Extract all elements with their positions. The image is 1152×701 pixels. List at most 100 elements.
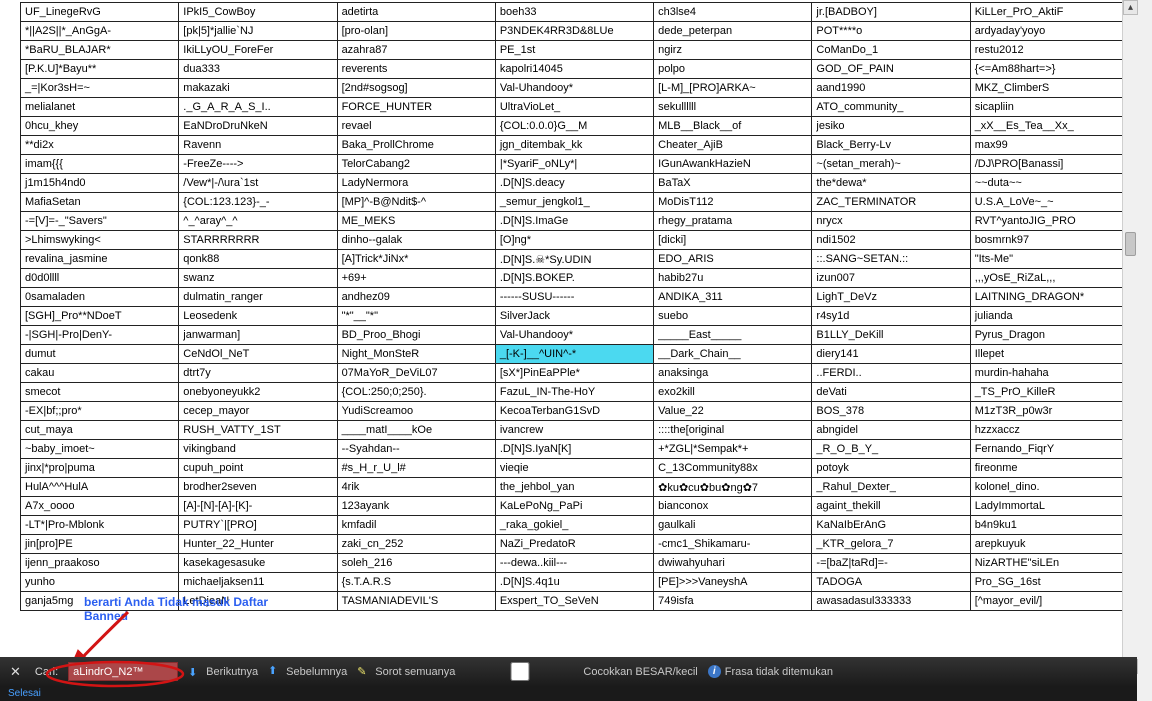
table-cell: .D[N]S.IyaN[K]	[495, 440, 653, 459]
table-cell: -EX|bf;;pro*	[21, 402, 179, 421]
table-row: revalina_jasmineqonk88[A]Trick*JiNx*.D[N…	[21, 250, 1129, 269]
table-cell: EDO_ARIS	[654, 250, 812, 269]
table-cell: IGunAwankHazieN	[654, 155, 812, 174]
table-cell: dinho--galak	[337, 231, 495, 250]
table-cell: B1LLY_DeKill	[812, 326, 970, 345]
table-row: melialanet._G_A_R_A_S_I..FORCE_HUNTERUlt…	[21, 98, 1129, 117]
table-cell: LetDjeaN	[179, 592, 337, 611]
table-cell: kasekagesasuke	[179, 554, 337, 573]
table-cell: the_jehbol_yan	[495, 478, 653, 497]
table-cell: POT****o	[812, 22, 970, 41]
table-cell: ,,,yOsE_RiZaL,,,	[970, 269, 1128, 288]
table-cell: max99	[970, 136, 1128, 155]
table-cell: C_13Community88x	[654, 459, 812, 478]
table-row: UF_LinegeRvGIPkI5_CowBoyadetirtaboeh33ch…	[21, 3, 1129, 22]
table-cell: .D[N]S.ImaGe	[495, 212, 653, 231]
table-cell: ZAC_TERMINATOR	[812, 193, 970, 212]
table-cell: Val-Uhandooy*	[495, 326, 653, 345]
table-cell: againt_thekill	[812, 497, 970, 516]
table-row: cakaudtrt7y07MaYoR_DeViL07[sX*]PinEaPPle…	[21, 364, 1129, 383]
table-cell: aand1990	[812, 79, 970, 98]
table-cell: ..FERDI..	[812, 364, 970, 383]
table-cell: Value_22	[654, 402, 812, 421]
table-cell: {<=Am88hart=>}	[970, 60, 1128, 79]
table-cell: sekullllll	[654, 98, 812, 117]
table-cell: ngirz	[654, 41, 812, 60]
table-cell: *||A2S||*_AnGgA-	[21, 22, 179, 41]
table-cell: michaeljaksen11	[179, 573, 337, 592]
table-cell: LAITNING_DRAGON*	[970, 288, 1128, 307]
table-cell: r4sy1d	[812, 307, 970, 326]
table-cell: andhez09	[337, 288, 495, 307]
table-cell: ~(setan_merah)~	[812, 155, 970, 174]
table-row: A7x_oooo[A]-[N]-[A]-[K]-123ayankKaLePoNg…	[21, 497, 1129, 516]
table-cell: rhegy_pratama	[654, 212, 812, 231]
table-cell: FazuL_IN-The-HoY	[495, 383, 653, 402]
match-case-checkbox[interactable]	[465, 662, 575, 681]
table-cell: ndi1502	[812, 231, 970, 250]
table-cell: LadyImmortaL	[970, 497, 1128, 516]
table-cell: _R_O_B_Y_	[812, 440, 970, 459]
table-cell: ~baby_imoet~	[21, 440, 179, 459]
table-cell: sicapliin	[970, 98, 1128, 117]
table-cell: YudiScreamoo	[337, 402, 495, 421]
table-cell: {COL:0.0.0}G__M	[495, 117, 653, 136]
table-cell: Hunter_22_Hunter	[179, 535, 337, 554]
table-cell: Black_Berry-Lv	[812, 136, 970, 155]
table-cell: swanz	[179, 269, 337, 288]
table-cell: bianconox	[654, 497, 812, 516]
table-cell: potoyk	[812, 459, 970, 478]
table-cell: ---dewa..kiil---	[495, 554, 653, 573]
table-cell: suebo	[654, 307, 812, 326]
table-cell: -=[baZ|taRd]=-	[812, 554, 970, 573]
close-findbar-button[interactable]: ✕	[6, 664, 25, 680]
table-cell: PUTRY`|[PRO]	[179, 516, 337, 535]
table-cell: BaTaX	[654, 174, 812, 193]
table-cell: 749isfa	[654, 592, 812, 611]
table-cell: dede_peterpan	[654, 22, 812, 41]
table-row: yunhomichaeljaksen11{s.T.A.R.S.D[N]S.4q1…	[21, 573, 1129, 592]
highlight-all-button[interactable]: ✎ Sorot semuanya	[357, 665, 455, 679]
table-cell: murdin-hahaha	[970, 364, 1128, 383]
table-cell: ivancrew	[495, 421, 653, 440]
table-cell: [^mayor_evil/]	[970, 592, 1128, 611]
find-input[interactable]	[68, 662, 178, 681]
table-cell: .D[N]S.BOKEP.	[495, 269, 653, 288]
vertical-scrollbar[interactable]: ▴ ▾	[1122, 0, 1137, 674]
table-cell: jr.[BADBOY]	[812, 3, 970, 22]
find-prev-button[interactable]: ⬆ Sebelumnya	[268, 665, 347, 679]
find-next-button[interactable]: ⬇ Berikutnya	[188, 665, 258, 679]
table-cell: revalina_jasmine	[21, 250, 179, 269]
table-cell: BD_Proo_Bhogi	[337, 326, 495, 345]
table-cell: ganja5mg	[21, 592, 179, 611]
table-cell: _Rahul_Dexter_	[812, 478, 970, 497]
scroll-thumb[interactable]	[1125, 232, 1136, 256]
table-cell: d0d0llll	[21, 269, 179, 288]
table-cell: vieqie	[495, 459, 653, 478]
table-cell: anaksinga	[654, 364, 812, 383]
match-case-toggle[interactable]: Cocokkan BESAR/kecil	[465, 662, 697, 681]
scroll-up-arrow[interactable]: ▴	[1123, 0, 1138, 15]
table-cell: ✿ku✿cu✿bu✿ng✿7	[654, 478, 812, 497]
table-cell: _KTR_gelora_7	[812, 535, 970, 554]
table-cell: Baka_ProllChrome	[337, 136, 495, 155]
table-row: -EX|bf;;pro*cecep_mayorYudiScreamooKecoa…	[21, 402, 1129, 421]
table-cell: CoManDo_1	[812, 41, 970, 60]
table-cell: kmfadil	[337, 516, 495, 535]
table-cell: ijenn_praakoso	[21, 554, 179, 573]
table-cell: "*"__"*"	[337, 307, 495, 326]
table-cell: ^_^aray^_^	[179, 212, 337, 231]
table-cell: KaNaIbErAnG	[812, 516, 970, 535]
table-cell: smecot	[21, 383, 179, 402]
table-cell: MoDisT112	[654, 193, 812, 212]
table-cell: HulA^^^HulA	[21, 478, 179, 497]
table-cell: izun007	[812, 269, 970, 288]
table-cell: gaulkali	[654, 516, 812, 535]
table-cell: RVT^yantoJIG_PRO	[970, 212, 1128, 231]
table-cell: IPkI5_CowBoy	[179, 3, 337, 22]
table-cell: cut_maya	[21, 421, 179, 440]
table-cell: M1zT3R_p0w3r	[970, 402, 1128, 421]
table-cell: {s.T.A.R.S	[337, 573, 495, 592]
table-cell: jin[pro]PE	[21, 535, 179, 554]
table-row: -LT*|Pro-MblonkPUTRY`|[PRO]kmfadil_raka_…	[21, 516, 1129, 535]
